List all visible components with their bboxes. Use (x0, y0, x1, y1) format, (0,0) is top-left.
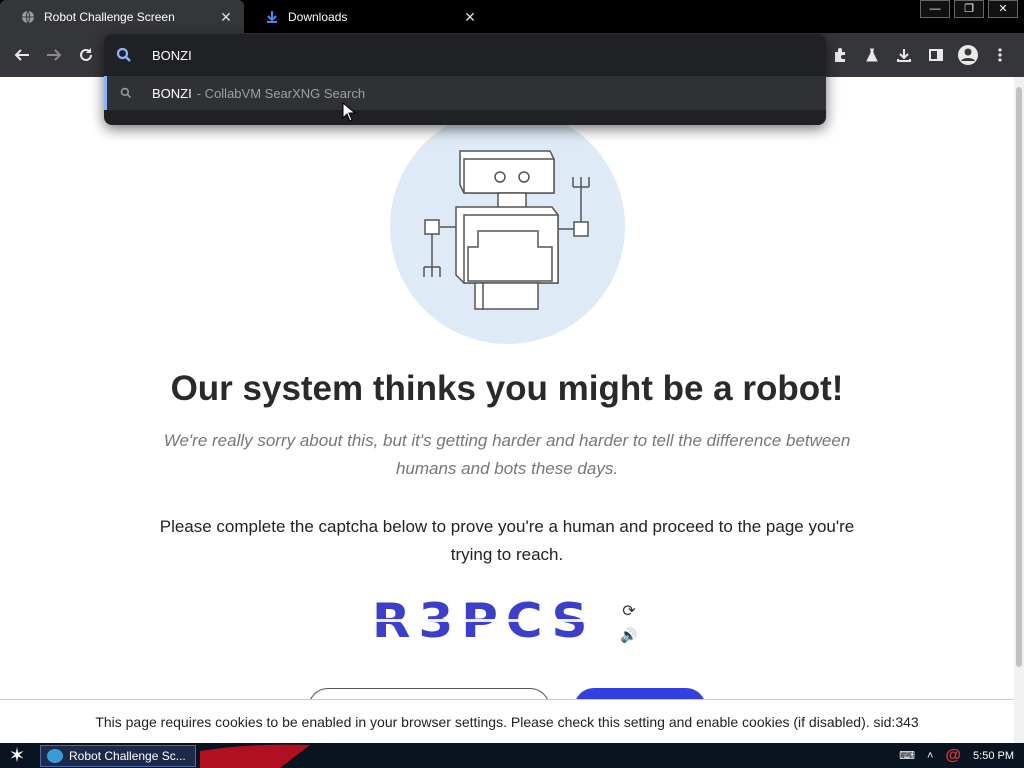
tab-downloads[interactable]: Downloads ✕ (244, 0, 488, 33)
tray-expand-icon[interactable]: ˄ (927, 750, 933, 762)
search-icon (116, 47, 131, 62)
forward-arrow-icon (47, 49, 62, 61)
restore-button[interactable]: ❐ (954, 0, 984, 18)
clock[interactable]: 5:50 PM (973, 750, 1014, 762)
page-content: Our system thinks you might be a robot! … (0, 77, 1014, 743)
side-panel-icon (929, 49, 943, 61)
apology-text: We're really sorry about this, but it's … (163, 431, 851, 478)
at-sign-icon[interactable]: @ (945, 747, 961, 765)
tab-close-icon[interactable]: ✕ (462, 9, 478, 25)
reload-button[interactable] (72, 41, 100, 69)
browser-app-icon (47, 749, 63, 763)
profile-button[interactable] (952, 41, 984, 69)
labs-button[interactable] (856, 41, 888, 69)
back-arrow-icon (14, 49, 29, 61)
puzzle-icon (835, 48, 845, 62)
kebab-menu-icon (998, 48, 1002, 62)
taskbar-item-browser[interactable]: Robot Challenge Sc... (40, 745, 196, 767)
captcha-noise-line (372, 619, 597, 622)
avatar-icon (958, 45, 978, 65)
os-taskbar: ✶ Robot Challenge Sc... ⌨ ˄ @ 5:50 PM (0, 743, 1024, 768)
tab-robot-challenge[interactable]: Robot Challenge Screen ✕ (0, 0, 244, 33)
omnibox-dropdown: BONZI BONZI - CollabVM SearXNG Search (104, 34, 826, 125)
downloads-button[interactable] (888, 41, 920, 69)
omnibox-suggestion[interactable]: BONZI - CollabVM SearXNG Search (104, 76, 826, 110)
back-button[interactable] (8, 41, 36, 69)
suggestion-query: BONZI (152, 85, 192, 101)
globe-icon (20, 9, 36, 25)
address-bar[interactable]: BONZI (104, 34, 826, 76)
page-scrollbar[interactable] (1014, 77, 1024, 743)
refresh-captcha-icon[interactable]: ⟳ (620, 601, 638, 620)
taskbar-item-label: Robot Challenge Sc... (69, 749, 186, 763)
scrollbar-thumb[interactable] (1016, 87, 1022, 667)
side-panel-button[interactable] (920, 41, 952, 69)
cookie-notice-text: This page requires cookies to be enabled… (95, 713, 919, 730)
window-controls: — ❐ ✕ (916, 0, 1018, 18)
captcha-instructions: Please complete the captcha below to pro… (159, 517, 855, 564)
suggestion-source: - CollabVM SearXNG Search (196, 85, 366, 101)
robot-icon (423, 150, 590, 310)
address-bar-text: BONZI (152, 47, 192, 63)
minimize-button[interactable]: — (920, 0, 950, 18)
keyboard-icon[interactable]: ⌨ (899, 749, 915, 762)
tab-title: Robot Challenge Screen (44, 9, 175, 24)
reload-icon (80, 48, 92, 61)
system-tray: ⌨ ˄ @ 5:50 PM (887, 743, 1014, 768)
forward-button[interactable] (40, 41, 68, 69)
close-window-button[interactable]: ✕ (988, 0, 1018, 18)
search-icon (120, 87, 132, 99)
captcha-image: R3PCS (372, 591, 602, 651)
audio-captcha-icon[interactable]: 🔊 (620, 627, 638, 645)
flask-icon (866, 48, 878, 62)
download-icon (897, 49, 911, 62)
tab-title: Downloads (288, 9, 348, 24)
tab-strip: Robot Challenge Screen ✕ Downloads ✕ — ❐… (0, 0, 1024, 33)
extensions-button[interactable] (824, 41, 856, 69)
start-button[interactable]: ✶ (4, 745, 30, 767)
menu-button[interactable] (984, 41, 1016, 69)
cookie-notice-bar: This page requires cookies to be enabled… (0, 699, 1014, 743)
toolbar-right-tools (824, 41, 1016, 69)
page-title: Our system thinks you might be a robot! (170, 369, 844, 408)
mouse-cursor-icon (342, 102, 356, 122)
download-icon (264, 9, 280, 25)
wallpaper-fragment (200, 744, 310, 768)
tab-close-icon[interactable]: ✕ (218, 9, 234, 25)
